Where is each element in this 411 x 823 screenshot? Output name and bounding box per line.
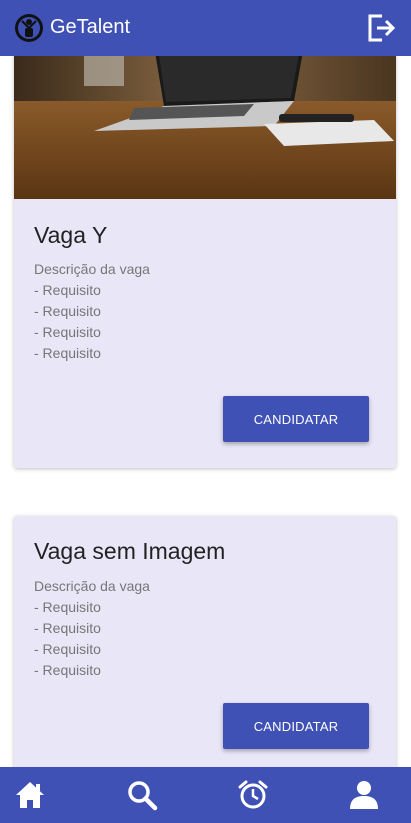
job-list[interactable]: Vaga Y Descrição da vaga - Requisito - R… xyxy=(0,56,411,767)
description-text: Descrição da vaga xyxy=(34,261,150,277)
logout-icon[interactable] xyxy=(365,12,397,44)
alarm-clock-icon[interactable] xyxy=(237,779,269,811)
requirement-item: - Requisito xyxy=(34,599,101,615)
requirement-item: - Requisito xyxy=(34,662,101,678)
job-title: Vaga sem Imagem xyxy=(34,538,226,564)
user-icon[interactable] xyxy=(348,779,380,811)
logo-icon xyxy=(15,14,43,42)
job-title: Vaga Y xyxy=(34,222,108,248)
bottom-nav xyxy=(0,767,411,823)
job-image xyxy=(14,56,396,199)
requirement-item: - Requisito xyxy=(34,345,101,361)
home-icon[interactable] xyxy=(14,779,46,811)
job-description: Descrição da vaga - Requisito - Requisit… xyxy=(34,576,150,681)
job-card: Vaga sem Imagem Descrição da vaga - Requ… xyxy=(14,516,396,767)
description-text: Descrição da vaga xyxy=(34,578,150,594)
requirement-item: - Requisito xyxy=(34,324,101,340)
requirement-item: - Requisito xyxy=(34,620,101,636)
job-card: Vaga Y Descrição da vaga - Requisito - R… xyxy=(14,56,396,468)
search-icon[interactable] xyxy=(126,779,158,811)
job-description: Descrição da vaga - Requisito - Requisit… xyxy=(34,259,150,364)
requirement-item: - Requisito xyxy=(34,303,101,319)
apply-button[interactable]: CANDIDATAR xyxy=(223,703,369,749)
apply-button[interactable]: CANDIDATAR xyxy=(223,396,369,442)
app-title: GeTalent xyxy=(50,16,131,38)
app-bar: GeTalent xyxy=(0,0,411,56)
requirement-item: - Requisito xyxy=(34,641,101,657)
requirement-item: - Requisito xyxy=(34,282,101,298)
